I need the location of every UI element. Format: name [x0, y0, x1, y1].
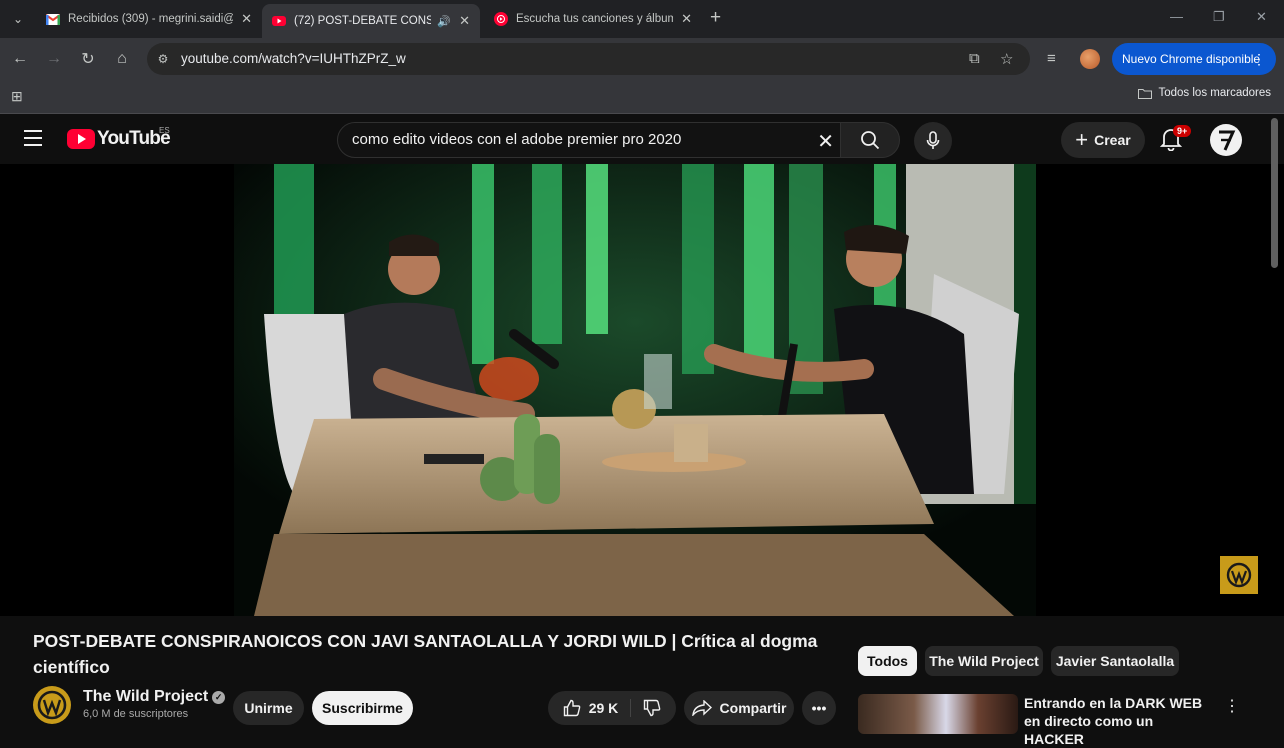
new-tab-button[interactable]: +	[710, 8, 721, 28]
chrome-update-button[interactable]: Nuevo Chrome disponible ⋮	[1112, 43, 1276, 75]
more-horiz-icon: •••	[811, 700, 827, 716]
url-text[interactable]: youtube.com/watch?v=IUHThZPrZ_w	[181, 51, 406, 66]
profile-avatar[interactable]	[1080, 49, 1100, 69]
close-tab-icon[interactable]: ✕	[459, 13, 470, 29]
minimize-icon[interactable]: —	[1170, 9, 1183, 24]
search-input[interactable]	[352, 131, 802, 148]
recommended-thumbnail[interactable]	[858, 694, 1018, 734]
apps-grid-icon[interactable]: ⊞	[11, 88, 23, 105]
channel-row: The Wild Project ✓ 6,0 M de suscriptores …	[33, 686, 836, 726]
browser-toolbar: ← → ↻ ⌂ ⚙ youtube.com/watch?v=IUHThZPrZ_…	[0, 38, 1284, 80]
youtube-masthead: YouTube ES ✕ + Crear 9+	[0, 114, 1284, 164]
video-details: POST-DEBATE CONSPIRANOICOS CON JAVI SANT…	[0, 616, 1284, 747]
dislike-button[interactable]	[631, 699, 661, 717]
tab-title: Escucha tus canciones y álbume	[516, 13, 674, 25]
search-box[interactable]: ✕	[337, 122, 841, 158]
search-button[interactable]	[840, 122, 900, 158]
subscriber-count: 6,0 M de suscriptores	[83, 708, 189, 720]
close-tab-icon[interactable]: ✕	[241, 11, 252, 27]
folder-icon	[1137, 88, 1152, 99]
tab-title: (72) POST-DEBATE CONSPIR	[294, 15, 432, 27]
video-frame[interactable]	[234, 164, 1036, 616]
like-button[interactable]: 29 K	[563, 699, 632, 717]
create-label: Crear	[1094, 132, 1131, 148]
bookmarks-folder-label: Todos los marcadores	[1158, 87, 1272, 99]
menu-icon[interactable]	[24, 130, 42, 146]
chip-the-wild-project[interactable]: The Wild Project	[925, 646, 1043, 676]
page-scrollbar[interactable]	[1271, 118, 1278, 268]
like-count: 29 K	[588, 700, 619, 716]
home-icon[interactable]: ⌂	[111, 48, 133, 70]
tab-youtube-music[interactable]: Escucha tus canciones y álbume ✕	[484, 4, 702, 34]
close-window-icon[interactable]: ✕	[1256, 9, 1267, 25]
verified-badge-icon: ✓	[212, 691, 226, 704]
youtube-logo[interactable]: YouTube ES	[67, 126, 171, 150]
restore-icon[interactable]: ❐	[1213, 9, 1225, 25]
chip-todos[interactable]: Todos	[858, 646, 917, 676]
gmail-icon	[46, 12, 60, 26]
thumb-up-icon	[563, 699, 581, 717]
tab-youtube-video[interactable]: (72) POST-DEBATE CONSPIR 🔊 ✕	[262, 4, 480, 38]
chip-javier-santaolalla[interactable]: Javier Santaolalla	[1051, 646, 1179, 676]
forward-icon[interactable]: →	[43, 48, 65, 70]
more-vert-icon: ⋮	[1252, 51, 1266, 67]
search-icon	[861, 131, 880, 150]
voice-search-button[interactable]	[914, 122, 952, 160]
all-bookmarks-button[interactable]: Todos los marcadores	[1137, 87, 1272, 99]
watermark-logo-icon[interactable]	[1220, 556, 1258, 594]
reload-icon[interactable]: ↻	[77, 48, 99, 70]
speaker-icon[interactable]: 🔊	[437, 15, 451, 28]
media-controls-icon[interactable]: ≡	[1047, 50, 1056, 67]
microphone-icon	[926, 131, 940, 149]
channel-avatar[interactable]	[33, 686, 71, 724]
youtube-music-icon	[494, 12, 508, 26]
tab-title: Recibidos (309) - megrini.saidi@	[68, 13, 234, 25]
wild-project-icon	[37, 690, 67, 720]
site-info-icon[interactable]: ⚙	[155, 51, 171, 67]
update-label: Nuevo Chrome disponible	[1122, 52, 1261, 66]
share-label: Compartir	[719, 700, 787, 716]
back-icon[interactable]: ←	[9, 48, 31, 70]
youtube-play-icon	[67, 129, 95, 149]
channel-name[interactable]: The Wild Project ✓	[83, 688, 226, 706]
plus-icon: +	[1075, 127, 1089, 152]
wild-project-icon	[1226, 562, 1252, 588]
video-title: POST-DEBATE CONSPIRANOICOS CON JAVI SANT…	[33, 631, 818, 677]
country-code: ES	[159, 126, 170, 135]
avatar-mark-icon	[1219, 130, 1236, 151]
recommended-title[interactable]: Entrando en la DARK WEB en directo como …	[1024, 694, 1214, 748]
notification-badge: 9+	[1173, 125, 1192, 137]
account-avatar[interactable]	[1210, 124, 1242, 156]
notifications-button[interactable]: 9+	[1159, 125, 1192, 153]
tab-gmail[interactable]: Recibidos (309) - megrini.saidi@ ✕	[36, 4, 262, 34]
install-app-icon[interactable]: ⧉	[969, 50, 980, 67]
recommended-video[interactable]: Entrando en la DARK WEB en directo como …	[858, 692, 1278, 747]
browser-tab-strip: ⌄ Recibidos (309) - megrini.saidi@ ✕ (72…	[0, 0, 1284, 38]
create-button[interactable]: + Crear	[1061, 122, 1145, 158]
share-icon	[691, 700, 712, 716]
more-vert-icon[interactable]: ⋮	[1224, 696, 1240, 716]
youtube-favicon-icon	[272, 14, 286, 28]
address-bar[interactable]: ⚙ youtube.com/watch?v=IUHThZPrZ_w ⧉ ☆	[147, 43, 1030, 75]
bookmarks-bar: ⊞ Todos los marcadores	[0, 80, 1284, 114]
thumb-down-icon	[644, 699, 661, 717]
clear-search-icon[interactable]: ✕	[817, 129, 834, 154]
bookmark-star-icon[interactable]: ☆	[1000, 50, 1013, 68]
podcast-scene-image	[234, 164, 1036, 616]
video-player[interactable]	[0, 164, 1284, 616]
channel-name-text[interactable]: The Wild Project	[83, 688, 208, 705]
close-tab-icon[interactable]: ✕	[681, 11, 692, 27]
tab-search-button[interactable]: ⌄	[6, 7, 30, 31]
